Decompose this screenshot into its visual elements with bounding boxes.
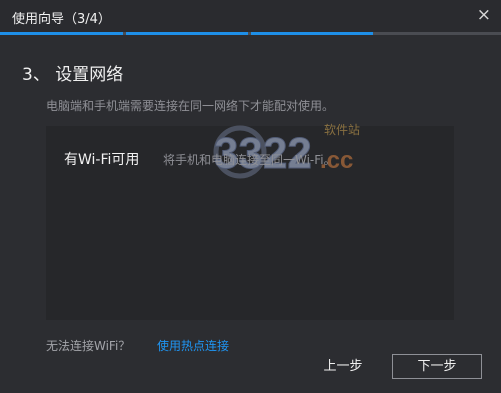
prev-button[interactable]: 上一步 — [313, 354, 373, 379]
next-button[interactable]: 下一步 — [392, 354, 482, 379]
close-icon[interactable]: × — [477, 5, 491, 25]
progress-segment-4 — [376, 32, 501, 35]
progress-segment-1 — [0, 32, 123, 35]
watermark-logo: 3322 .cc 软件站 — [213, 123, 360, 179]
title-bar: 使用向导（3/4） × — [0, 0, 501, 32]
step-progress-bar — [0, 32, 501, 35]
progress-segment-2 — [126, 32, 248, 35]
window-title: 使用向导（3/4） — [12, 12, 111, 27]
wifi-option-description: 将手机和电脑连接至同一Wi-Fi。 — [163, 153, 336, 167]
network-option-panel: 3322 .cc 软件站 有Wi-Fi可用 将手机和电脑连接至同一Wi-Fi。 — [46, 123, 454, 320]
wifi-option-title[interactable]: 有Wi-Fi可用 — [64, 149, 139, 169]
progress-segment-3 — [251, 32, 373, 35]
step-title: 3、 设置网络 — [22, 65, 124, 85]
watermark-tag: 软件站 — [324, 123, 360, 137]
wifi-help-text: 无法连接WiFi？ — [46, 339, 131, 353]
hotspot-connect-link[interactable]: 使用热点连接 — [157, 337, 229, 354]
